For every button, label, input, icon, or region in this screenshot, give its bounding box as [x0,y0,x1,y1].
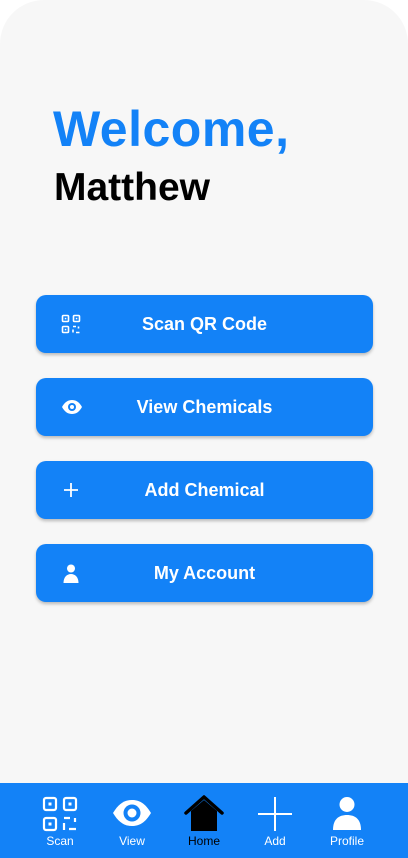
nav-scan-label: Scan [46,834,74,848]
eye-icon [113,800,151,826]
plus-icon [258,797,292,831]
my-account-label: My Account [153,563,256,583]
scan-qr-code-label: Scan QR Code [141,314,268,334]
nav-home[interactable]: Home [169,783,239,858]
app-screen: Welcome, Matthew Scan QR Code View Chemi… [0,0,408,858]
scan-qr-code-button[interactable]: Scan QR Code [36,295,373,353]
my-account-button[interactable]: My Account [36,544,373,602]
view-chemicals-button[interactable]: View Chemicals [36,378,373,436]
nav-scan[interactable]: Scan [25,783,95,858]
nav-view-label: View [119,834,145,848]
welcome-heading: Welcome, [53,101,290,157]
add-chemical-label: Add Chemical [144,480,265,500]
nav-add-label: Add [264,834,286,848]
add-chemical-button[interactable]: Add Chemical [36,461,373,519]
view-chemicals-label: View Chemicals [136,397,273,417]
user-icon [333,797,361,830]
nav-profile[interactable]: Profile [312,783,382,858]
nav-home-label: Home [187,834,220,848]
home-icon [184,795,224,831]
bottom-nav: Scan View Home Add Profile [0,783,408,858]
user-name: Matthew [54,166,210,209]
nav-view[interactable]: View [97,783,167,858]
qr-code-icon [42,796,78,832]
nav-profile-label: Profile [329,834,364,848]
nav-add[interactable]: Add [240,783,310,858]
